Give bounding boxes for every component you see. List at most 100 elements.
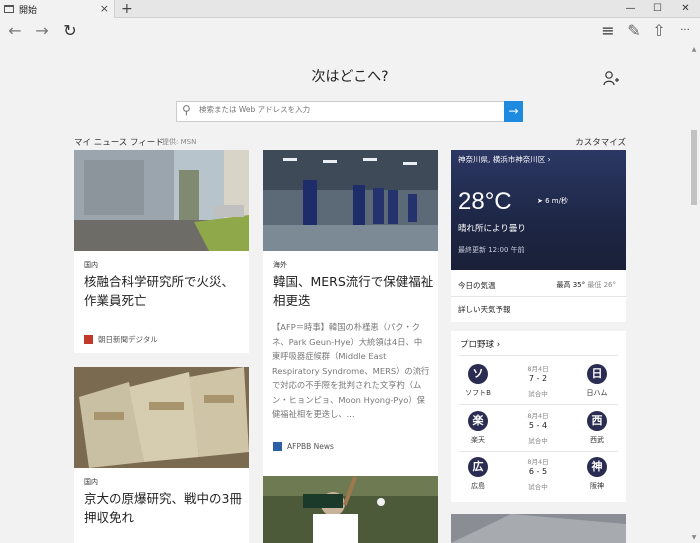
team-name: 広島 [471,482,485,490]
search-input[interactable] [199,105,499,114]
weather-panel: 神奈川県, 横浜市神奈川区 › 28°C ➤ 6 m/秒 晴れ所により曇り 最終… [451,150,626,270]
temp-low: 最低 26° [587,281,616,289]
card-category: 海外 [273,261,287,269]
news-image [74,367,249,468]
game-score: 6 - 5 [528,467,548,476]
team-logo-icon: 神 [587,457,607,477]
news-card[interactable] [451,514,626,543]
game-status: 試合中 [528,437,548,445]
card-title-line: 作業員死亡 [84,293,147,308]
card-source: 朝日新聞デジタル [84,334,158,345]
game-row[interactable]: ソ ソフトB 8月4日 7 - 2 試合中 日 日ハム [451,358,626,403]
divider [459,404,618,405]
back-icon[interactable]: ← [5,21,25,41]
share-icon[interactable]: ⇧ [649,21,669,41]
divider [459,451,618,452]
person-icon [603,71,619,86]
baseball-title[interactable]: プロ野球 › [460,338,500,350]
tab-title: 開始 [19,5,38,16]
web-note-icon[interactable]: ✎ [624,21,644,41]
team-name: 西武 [590,436,604,444]
card-source: AFPBB News [273,442,334,451]
search-go-button[interactable]: → [504,101,523,122]
add-user-icon[interactable] [603,70,619,90]
news-card[interactable] [263,476,438,543]
team-name: 日ハム [586,389,608,397]
card-title: 韓国、MERS流行で保健福祉 相更迭 [273,272,433,310]
feed-provider: 提供: MSN [162,138,197,146]
divider [451,296,626,297]
forecast-link[interactable]: 詳しい天気予報 [458,304,511,315]
customize-link[interactable]: カスタマイズ [575,136,626,148]
news-card[interactable]: 国内 核融合科学研究所で火災、 作業員死亡 朝日新聞デジタル [74,150,249,353]
window-close-button[interactable]: ✕ [673,0,698,18]
news-image [263,150,438,251]
maximize-button[interactable]: ☐ [645,0,670,18]
baseball-widget[interactable]: プロ野球 › ソ ソフトB 8月4日 7 - 2 試合中 日 日ハム 楽 楽天 … [451,331,626,502]
card-title: 核融合科学研究所で火災、 作業員死亡 [84,272,234,310]
today-temp-label: 今日の気温 [458,281,496,290]
forward-icon[interactable]: → [32,21,52,41]
team-name: 阪神 [590,482,604,490]
card-category: 国内 [84,478,98,486]
card-category: 国内 [84,261,98,269]
start-page: 次はどこへ? ⚲ → マイ ニュース フィード 提供: MSN カスタマイズ 国… [0,44,688,543]
search-box[interactable]: ⚲ → [176,101,523,122]
scroll-up-icon[interactable]: ▲ [690,46,698,53]
team-logo-icon: 西 [587,411,607,431]
news-image [74,150,249,251]
tab-start[interactable]: 開始 × [0,0,115,18]
page-title: 次はどこへ? [311,69,389,85]
team-name: 楽天 [471,436,485,444]
feed-title: マイ ニュース フィード [74,138,164,148]
team-logo-icon: 日 [587,364,607,384]
hub-icon[interactable]: ≡ [598,21,618,41]
card-title-line: 韓国、MERS流行で保健福祉 [273,274,434,289]
card-source-name: 朝日新聞デジタル [98,335,158,344]
game-row[interactable]: 広 広島 8月4日 6 - 5 試合中 神 阪神 [451,453,626,498]
weather-updated: 最終更新 12:00 午前 [458,246,525,254]
game-status: 試合中 [528,390,548,398]
tab-close-icon[interactable]: × [100,2,109,15]
card-source-name: AFPBB News [287,442,334,451]
weather-condition: 晴れ所により曇り [458,224,526,234]
card-excerpt: 【AFP＝時事】韓国の朴槿恵（パク・クネ、Park Geun-Hye）大統領は4… [272,322,430,419]
game-status: 試合中 [528,483,548,491]
nav-bar: ← → ↻ ≡ ✎ ⇧ ··· [0,18,700,44]
minimize-button[interactable]: — [618,0,643,18]
team-logo-icon: ソ [468,364,488,384]
card-title-line: 相更迭 [273,293,311,308]
team-name: ソフトB [465,389,491,397]
game-date: 8月4日 [527,365,549,373]
weather-location[interactable]: 神奈川県, 横浜市神奈川区 › [458,154,551,165]
scroll-down-icon[interactable]: ▼ [690,534,698,541]
news-image [263,476,438,543]
refresh-icon[interactable]: ↻ [60,21,80,41]
game-row[interactable]: 楽 楽天 8月4日 5 - 4 試合中 西 西武 [451,407,626,452]
news-card[interactable]: 国内 京大の原爆研究、戦中の3冊 押収免れ [74,367,249,543]
weather-widget[interactable]: 神奈川県, 横浜市神奈川区 › 28°C ➤ 6 m/秒 晴れ所により曇り 最終… [451,150,626,322]
weather-wind: ➤ 6 m/秒 [537,197,568,205]
divider [459,355,618,356]
game-score: 7 - 2 [528,374,548,383]
scrollbar[interactable]: ▲ ▼ [688,44,700,543]
more-icon[interactable]: ··· [675,21,695,41]
game-date: 8月4日 [527,458,549,466]
new-tab-button[interactable]: + [121,0,133,18]
card-title-line: 核融合科学研究所で火災、 [84,274,235,289]
team-logo-icon: 楽 [468,411,488,431]
card-title: 京大の原爆研究、戦中の3冊 押収免れ [84,489,242,527]
scroll-thumb[interactable] [691,130,697,205]
team-logo-icon: 広 [468,457,488,477]
news-image [451,514,626,543]
page-icon [4,5,14,13]
news-card[interactable]: 海外 韓国、MERS流行で保健福祉 相更迭 【AFP＝時事】韓国の朴槿恵（パク・… [263,150,438,506]
game-date: 8月4日 [527,412,549,420]
game-score: 5 - 4 [528,421,548,430]
title-bar: 開始 × + — ☐ ✕ [0,0,700,18]
card-title-line: 京大の原爆研究、戦中の3冊 [84,491,242,506]
card-title-line: 押収免れ [84,510,135,525]
temp-high: 最高 35° [556,281,586,289]
asahi-logo-icon [84,335,93,344]
afp-logo-icon [273,442,282,451]
